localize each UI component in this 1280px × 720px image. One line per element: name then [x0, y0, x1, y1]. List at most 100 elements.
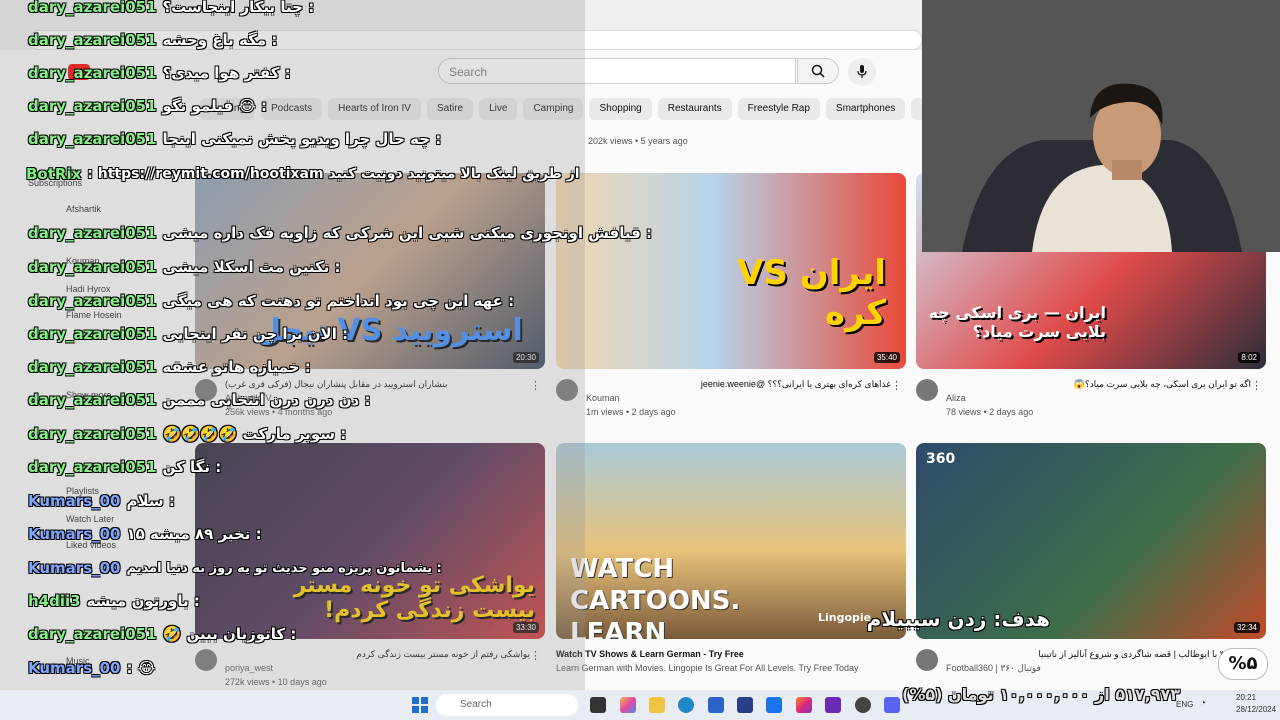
- video-stats: 1m views • 2 days ago: [586, 407, 676, 417]
- chat-message: h4dii3: باورتون میشه: [28, 587, 200, 615]
- chip[interactable]: Restaurants: [657, 98, 732, 120]
- video-thumbnail[interactable]: WATCH CARTOONS. LEARN GERMAN. Lingopie: [556, 443, 906, 639]
- more-options-icon[interactable]: ⋮: [891, 379, 902, 392]
- chat-username: dary_azarei051: [28, 358, 157, 376]
- chat-text: : 😂: [126, 659, 156, 677]
- video-title[interactable]: غذاهای کره‌ای بهتری یا ایرانی؟؟؟ @jeenie…: [586, 379, 891, 390]
- chat-message: BotRix : https://reymit.com/hootixam از ط…: [26, 160, 580, 188]
- chat-message: Kumars_00 : یشماتون پریزه منو حدیث تو یه …: [28, 554, 442, 582]
- chat-message: dary_azarei051: سوپر مارکت 🤣🤣🤣🤣: [28, 420, 346, 448]
- stream-chat-overlay: dary_azarei051 : چتا بیکار اینجاست؟ dary_…: [0, 0, 652, 712]
- chat-text: : چتا بیکار اینجاست؟: [162, 0, 315, 16]
- video-duration: 32:34: [1233, 622, 1260, 633]
- clock-time[interactable]: 20:21: [1236, 693, 1256, 702]
- instagram-icon[interactable]: [796, 697, 812, 713]
- chat-message: Kumars_00 : سلام: [28, 487, 175, 515]
- chat-username: dary_azarei051: [28, 625, 157, 643]
- chat-message: dary_azarei051: الان برا چن نفر اینجایی: [28, 320, 348, 348]
- outlook-icon[interactable]: [766, 697, 782, 713]
- app-r-icon[interactable]: [825, 697, 841, 713]
- clock-date[interactable]: 28/12/2024: [1236, 705, 1276, 714]
- chat-message: Kumars_00: نخیر ۸۹ میشه ۱۵: [28, 520, 262, 548]
- chat-text: : نگا کن: [162, 458, 222, 476]
- streamer-image: [922, 0, 1280, 252]
- goal-text: هدف: زدن سیبیلام: [866, 607, 1050, 631]
- search-button[interactable]: [797, 58, 839, 84]
- task-view-icon[interactable]: [590, 697, 606, 713]
- chat-text: : خمیازه هاتو عشقه: [162, 358, 311, 376]
- chat-message: dary_azarei051 : چه حال چرا ویدیو پخش نمی…: [28, 125, 441, 153]
- chat-message: dary_azarei051 : کفتر هوا میدی؟: [28, 59, 291, 87]
- chip[interactable]: Freestyle Rap: [737, 98, 820, 120]
- thumbnail-text: ایران VS کره: [737, 253, 886, 333]
- chat-text: : نکنین مث اسکلا میشی: [162, 258, 341, 276]
- chat-text: : دن درن درن انتخابی مممن: [162, 391, 371, 409]
- thumbnail-text: 360: [926, 451, 956, 467]
- channel-avatar[interactable]: [916, 649, 938, 671]
- chat-text: : سلام: [126, 492, 175, 510]
- channel-name[interactable]: Football360 | فوتبال ۳۶۰: [946, 663, 1041, 674]
- chat-username: Kumars_00: [28, 492, 121, 510]
- edge-icon[interactable]: [678, 697, 694, 713]
- chat-username: dary_azarei051: [28, 292, 157, 310]
- chat-username: BotRix: [26, 165, 82, 183]
- thumbnail-text: WATCH CARTOONS. LEARN GERMAN.: [570, 554, 741, 639]
- video-stats: 78 views • 2 days ago: [946, 407, 1034, 417]
- prev-row-stats: 202k views • 5 years ago: [588, 136, 688, 146]
- app-icon[interactable]: [737, 697, 753, 713]
- channel-name[interactable]: Kouman: [586, 393, 620, 403]
- search-icon: [811, 64, 825, 78]
- chat-text: : الان برا چن نفر اینجایی: [162, 325, 349, 343]
- chat-username: dary_azarei051: [28, 0, 157, 16]
- chat-username: dary_azarei051: [28, 458, 157, 476]
- chat-username: dary_azarei051: [28, 97, 157, 115]
- chat-message: dary_azarei051 : نگا کن: [28, 453, 221, 481]
- chat-username: Kumars_00: [28, 525, 121, 543]
- chat-message: dary_azarei051 : چتا بیکار اینجاست؟: [28, 0, 314, 21]
- chat-text: : کفتر هوا میدی؟: [162, 64, 291, 82]
- taskbar-search-input[interactable]: Search: [436, 694, 578, 716]
- video-title[interactable]: اگه تو ایران بری اسکی، چه بلایی سرت میاد…: [946, 379, 1251, 390]
- video-title[interactable]: مان ۳۶۰ با ایوطالب | قصه شاگردی و شروع آ…: [946, 649, 1251, 660]
- chat-username: dary_azarei051: [28, 64, 157, 82]
- dropbox-icon[interactable]: [708, 697, 724, 713]
- chat-text: : سوپر مارکت 🤣🤣🤣🤣: [162, 425, 347, 443]
- chat-text: : قیافش اونجوری میکنی شبی این شرکی که زا…: [162, 224, 653, 242]
- windows-start-icon[interactable]: [412, 697, 428, 713]
- chat-username: dary_azarei051: [28, 31, 157, 49]
- channel-name[interactable]: Aliza: [946, 393, 966, 403]
- chat-message: dary_azarei051: 😂 فیلمو نگو: [28, 92, 267, 120]
- chat-message: dary_azarei051: نکنین مث اسکلا میشی: [28, 253, 341, 281]
- chat-username: dary_azarei051: [28, 224, 157, 242]
- video-thumbnail[interactable]: ایران VS کره 35:40: [556, 173, 906, 369]
- donation-goal-progress: ۵۱۷,۹۷۳ از ۱۰,۰۰۰,۰۰۰ تومان (۵%): [902, 685, 1180, 704]
- chat-text: : عهه این چی بود انداختم تو دهنت که هی م…: [162, 292, 515, 310]
- chip[interactable]: Sketch: [911, 98, 922, 120]
- video-duration: 8:02: [1238, 352, 1260, 363]
- microphone-icon: [857, 65, 867, 78]
- chat-text: : https://reymit.com/hootixam از طریق لی…: [87, 166, 580, 182]
- chat-text: : یشماتون پریزه منو حدیث تو یه روز به دن…: [126, 560, 442, 576]
- video-duration: 35:40: [873, 352, 900, 363]
- thumbnail-text: ایران — بری اسکی چه بلایی سرت میاد؟: [928, 303, 1106, 341]
- chat-username: Kumars_00: [28, 559, 121, 577]
- copilot-icon[interactable]: [620, 697, 636, 713]
- channel-avatar[interactable]: [916, 379, 938, 401]
- file-explorer-icon[interactable]: [649, 697, 665, 713]
- chat-username: dary_azarei051: [28, 130, 157, 148]
- webcam-feed: [922, 0, 1280, 252]
- lingopie-logo: Lingopie: [818, 611, 872, 624]
- video-title[interactable]: Watch TV Shows & Learn German - Try Free: [556, 649, 861, 659]
- chat-message: Kumars_00 : 😂: [28, 654, 155, 682]
- wifi-icon[interactable]: ◔: [1200, 698, 1206, 709]
- chat-text: : چه حال چرا ویدیو پخش نمیکنی اینجا: [162, 130, 442, 148]
- chat-username: h4dii3: [28, 592, 81, 610]
- more-options-icon[interactable]: ⋮: [1251, 379, 1262, 392]
- chat-text: : مگه باغ وحشه: [162, 31, 278, 49]
- chat-message: dary_azarei051: دن درن درن انتخابی مممن: [28, 386, 370, 414]
- chip[interactable]: Shopping: [589, 98, 652, 120]
- chip[interactable]: Smartphones: [825, 98, 906, 120]
- voice-search-button[interactable]: [848, 58, 876, 86]
- chat-username: Kumars_00: [28, 659, 121, 677]
- chat-message: dary_azarei051: کاتوزیان ببین 🤣: [28, 620, 296, 648]
